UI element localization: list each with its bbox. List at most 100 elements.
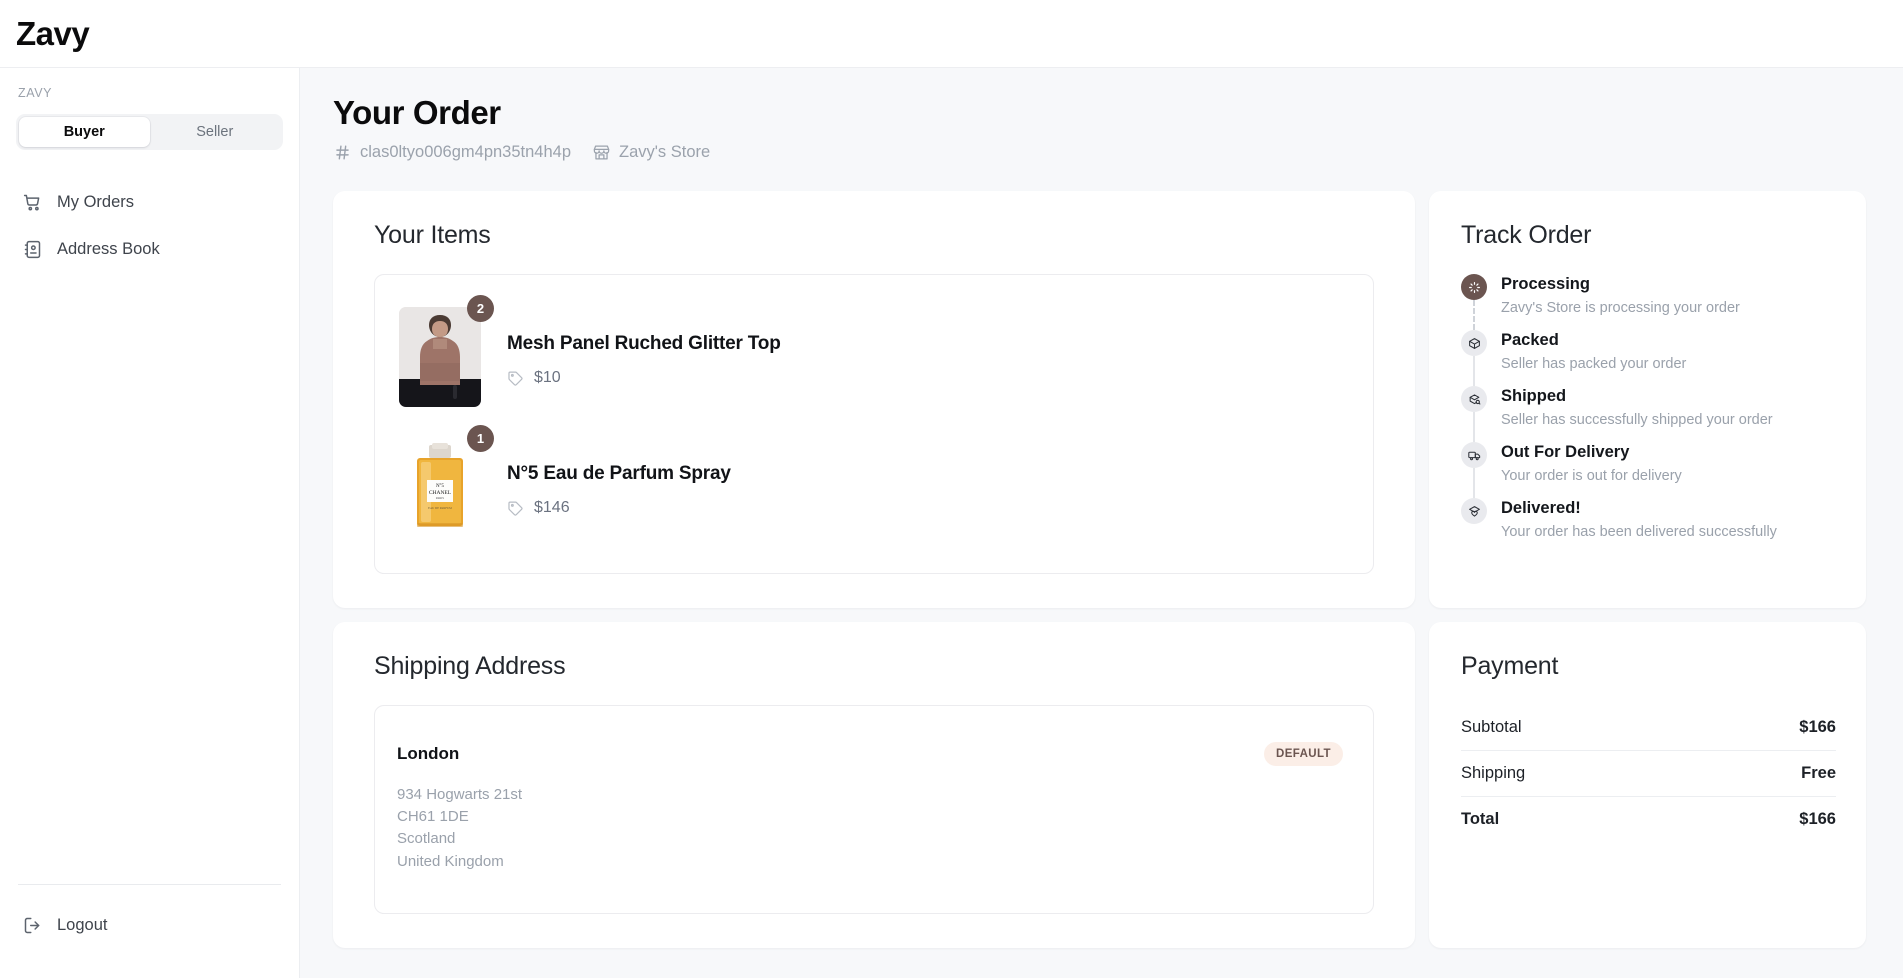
track-step-shipped: Shipped Seller has successfully shipped … <box>1461 386 1836 442</box>
track-dot-col <box>1461 442 1487 498</box>
track-connector <box>1473 412 1475 442</box>
address-line-4: United Kingdom <box>397 852 504 870</box>
track-step-text: Delivered! Your order has been delivered… <box>1501 498 1777 540</box>
tag-icon <box>507 370 524 387</box>
status-badge: DEFAULT <box>1264 742 1343 766</box>
your-items-title: Your Items <box>374 221 491 249</box>
store-link[interactable]: Zavy's Store <box>592 143 710 162</box>
address-card[interactable]: London DEFAULT 934 Hogwarts 21st CH61 1D… <box>374 705 1374 914</box>
track-dot-col <box>1461 330 1487 386</box>
content-grid: Your Items 2 Mesh Panel Ruched Glitter T… <box>333 191 1866 948</box>
track-step-processing: Processing Zavy's Store is processing yo… <box>1461 274 1836 330</box>
logout-button[interactable]: Logout <box>16 907 283 944</box>
item-quantity-badge: 2 <box>467 295 494 322</box>
sidebar: ZAVY Buyer Seller My Orders Address Book… <box>0 68 300 978</box>
shipping-address-title: Shipping Address <box>374 652 566 680</box>
track-order-card: Track Order Processing Zavy's Store is p… <box>1429 191 1866 608</box>
package-search-icon <box>1461 386 1487 412</box>
list-item[interactable]: 1 N°5 CHANEL PARIS EAU DE PARFUM N°5 Eau… <box>397 421 1351 551</box>
sidebar-item-label: My Orders <box>57 193 135 211</box>
track-dot-col <box>1461 274 1487 330</box>
svg-text:EAU DE PARFUM: EAU DE PARFUM <box>428 506 452 510</box>
svg-text:PARIS: PARIS <box>436 496 445 500</box>
sidebar-nav: My Orders Address Book <box>16 184 283 268</box>
order-id: clas0ltyo006gm4pn35tn4h4p <box>333 143 571 162</box>
svg-text:N°5: N°5 <box>436 484 445 489</box>
brand-logo[interactable]: Zavy <box>16 15 90 53</box>
shipping-address-card: Shipping Address London DEFAULT 934 Hogw… <box>333 622 1415 948</box>
track-step-text: Packed Seller has packed your order <box>1501 330 1686 372</box>
track-step-sub: Zavy's Store is processing your order <box>1501 300 1740 316</box>
sidebar-item-label: Address Book <box>57 240 160 258</box>
item-price: $146 <box>534 499 570 516</box>
item-info: N°5 Eau de Parfum Spray $146 <box>497 425 731 517</box>
item-thumb-wrap: 2 <box>397 295 497 407</box>
sidebar-section-label: ZAVY <box>18 86 53 100</box>
track-dot-col <box>1461 386 1487 442</box>
product-image: N°5 CHANEL PARIS EAU DE PARFUM <box>399 437 481 537</box>
main-content: Your Order clas0ltyo006gm4pn35tn4h4p Zav… <box>300 68 1903 978</box>
item-name: N°5 Eau de Parfum Spray <box>507 463 731 484</box>
track-step-title: Shipped <box>1501 387 1567 405</box>
track-step-text: Shipped Seller has successfully shipped … <box>1501 386 1773 428</box>
logout-icon <box>22 915 43 936</box>
track-connector <box>1473 300 1475 330</box>
item-name: Mesh Panel Ruched Glitter Top <box>507 333 781 354</box>
page-title: Your Order <box>333 94 501 131</box>
role-toggle[interactable]: Buyer Seller <box>16 114 283 150</box>
track-step-packed: Packed Seller has packed your order <box>1461 330 1836 386</box>
store-name: Zavy's Store <box>619 143 711 161</box>
item-price-row: $10 <box>507 369 781 387</box>
track-step-sub: Your order is out for delivery <box>1501 468 1682 484</box>
address-line-1: 934 Hogwarts 21st <box>397 786 523 803</box>
address-line-2: CH61 1DE <box>397 808 469 826</box>
address-lines: 934 Hogwarts 21st CH61 1DE Scotland Unit… <box>397 784 1343 873</box>
role-toggle-buyer[interactable]: Buyer <box>19 117 150 147</box>
body-row: ZAVY Buyer Seller My Orders Address Book… <box>0 68 1903 978</box>
address-city: London <box>397 744 460 763</box>
track-step-delivered: Delivered! Your order has been delivered… <box>1461 498 1836 540</box>
payment-label: Shipping <box>1461 764 1526 782</box>
product-image <box>399 307 481 407</box>
breadcrumb: clas0ltyo006gm4pn35tn4h4p Zavy's Store <box>333 143 1866 162</box>
payment-title: Payment <box>1461 652 1559 680</box>
list-item[interactable]: 2 Mesh Panel Ruched Glitter Top $10 <box>397 291 1351 421</box>
payment-row-subtotal: Subtotal $166 <box>1461 705 1836 751</box>
track-connector <box>1473 468 1475 498</box>
your-items-card: Your Items 2 Mesh Panel Ruched Glitter T… <box>333 191 1415 608</box>
shopping-cart-icon <box>22 192 43 213</box>
sidebar-item-my-orders[interactable]: My Orders <box>16 184 283 221</box>
item-quantity-badge: 1 <box>467 425 494 452</box>
item-info: Mesh Panel Ruched Glitter Top $10 <box>497 295 781 387</box>
sidebar-divider <box>18 884 281 885</box>
payment-row-shipping: Shipping Free <box>1461 751 1836 797</box>
track-step-sub: Seller has packed your order <box>1501 356 1687 372</box>
track-step-sub: Seller has successfully shipped your ord… <box>1501 412 1773 428</box>
track-order-title: Track Order <box>1461 221 1592 249</box>
item-price: $10 <box>534 369 561 386</box>
track-dot-col <box>1461 498 1487 540</box>
payment-rows: Subtotal $166 Shipping Free Total $166 <box>1461 705 1836 842</box>
track-step-text: Out For Delivery Your order is out for d… <box>1501 442 1682 484</box>
payment-value: $166 <box>1799 718 1836 736</box>
logout-label: Logout <box>57 916 108 934</box>
payment-value: Free <box>1801 764 1836 782</box>
track-order-timeline: Processing Zavy's Store is processing yo… <box>1461 274 1836 540</box>
track-step-title: Packed <box>1501 331 1559 349</box>
role-toggle-seller[interactable]: Seller <box>150 117 281 147</box>
top-bar: Zavy <box>0 0 1903 68</box>
track-step-text: Processing Zavy's Store is processing yo… <box>1501 274 1740 316</box>
track-step-title: Out For Delivery <box>1501 443 1630 461</box>
address-top-row: London DEFAULT <box>397 742 1343 766</box>
address-line-3: Scotland <box>397 830 456 848</box>
loader-icon <box>1461 274 1487 300</box>
payment-value: $166 <box>1799 810 1836 828</box>
package-heart-icon <box>1461 498 1487 524</box>
hash-icon <box>333 143 352 162</box>
track-connector <box>1473 356 1475 386</box>
track-step-title: Delivered! <box>1501 499 1581 517</box>
payment-label: Total <box>1461 810 1500 828</box>
sidebar-item-address-book[interactable]: Address Book <box>16 231 283 268</box>
track-step-out-for-delivery: Out For Delivery Your order is out for d… <box>1461 442 1836 498</box>
payment-label: Subtotal <box>1461 718 1522 736</box>
